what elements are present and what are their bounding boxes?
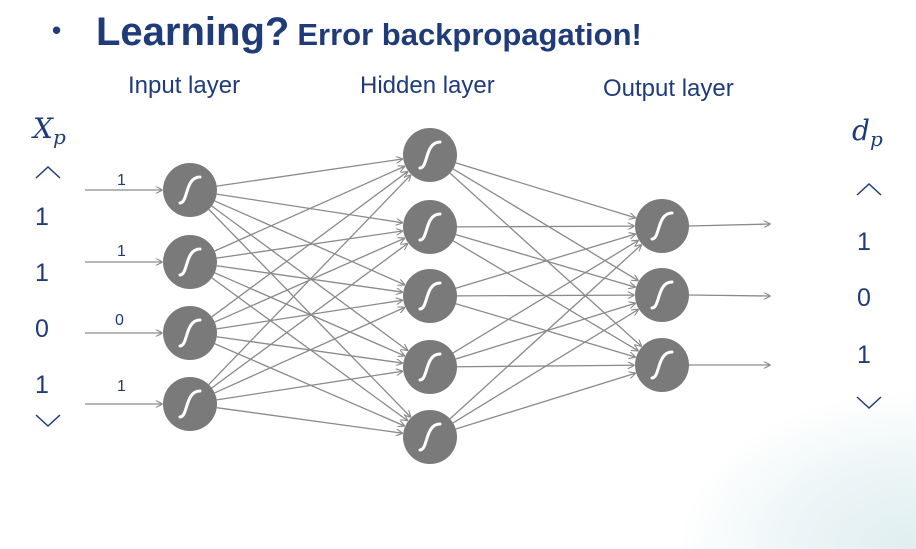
neuron-body <box>403 410 457 464</box>
input-hidden-edge-1-3 <box>214 200 405 285</box>
input-vector-top-bracket <box>35 165 61 179</box>
neuron-body <box>403 269 457 323</box>
input-hidden-edge-4-2 <box>211 244 408 389</box>
hidden-neuron-1 <box>403 128 457 182</box>
output-neuron-1 <box>635 199 689 253</box>
output-neuron-2 <box>635 268 689 322</box>
neurons <box>163 128 689 464</box>
hidden-neuron-4 <box>403 340 457 394</box>
input-hidden-edge-1-4 <box>211 205 408 350</box>
neuron-body <box>163 163 217 217</box>
hidden-neuron-3 <box>403 269 457 323</box>
input-hidden-edge-3-1 <box>211 172 408 318</box>
neuron-body <box>635 268 689 322</box>
input-hidden-edge-2-5 <box>211 277 408 421</box>
neuron-body <box>403 340 457 394</box>
input-neuron-3 <box>163 306 217 360</box>
input-vector-bottom-bracket <box>35 414 61 428</box>
input-hidden-edge-1-1 <box>216 159 403 187</box>
input-hidden-edge-4-1 <box>208 175 411 386</box>
input-hidden-edge-3-3 <box>216 300 403 330</box>
hidden-output-edge-1-3 <box>449 172 641 346</box>
input-hidden-edge-2-3 <box>216 265 403 292</box>
output-vector-top-bracket <box>856 182 882 196</box>
neuron-body <box>635 199 689 253</box>
input-neuron-1 <box>163 163 217 217</box>
input-hidden-edge-3-5 <box>214 343 405 426</box>
hidden-neuron-2 <box>403 200 457 254</box>
hidden-output-edge-5-1 <box>449 245 641 420</box>
hidden-neuron-5 <box>403 410 457 464</box>
output-arrow-2 <box>688 295 770 296</box>
input-hidden-edge-2-1 <box>214 166 405 252</box>
input-neuron-2 <box>163 235 217 289</box>
input-hidden-edge-4-3 <box>214 307 405 394</box>
neuron-body <box>403 128 457 182</box>
input-neuron-4 <box>163 377 217 431</box>
hidden-output-edge-3-2 <box>456 295 634 296</box>
neuron-body <box>403 200 457 254</box>
hidden-output-edge-5-3 <box>455 373 635 430</box>
input-hidden-edge-4-4 <box>216 371 403 401</box>
hidden-output-edge-2-1 <box>456 226 634 227</box>
input-hidden-edge-4-5 <box>216 407 403 434</box>
neuron-body <box>163 377 217 431</box>
neuron-body <box>635 338 689 392</box>
neural-network-diagram <box>35 128 882 464</box>
hidden-output-edge-1-1 <box>455 162 635 218</box>
output-vector-bottom-bracket <box>856 396 882 410</box>
neuron-body <box>163 235 217 289</box>
output-arrow-1 <box>688 224 770 226</box>
neuron-body <box>163 306 217 360</box>
hidden-output-edge-1-2 <box>452 168 638 281</box>
output-neuron-3 <box>635 338 689 392</box>
